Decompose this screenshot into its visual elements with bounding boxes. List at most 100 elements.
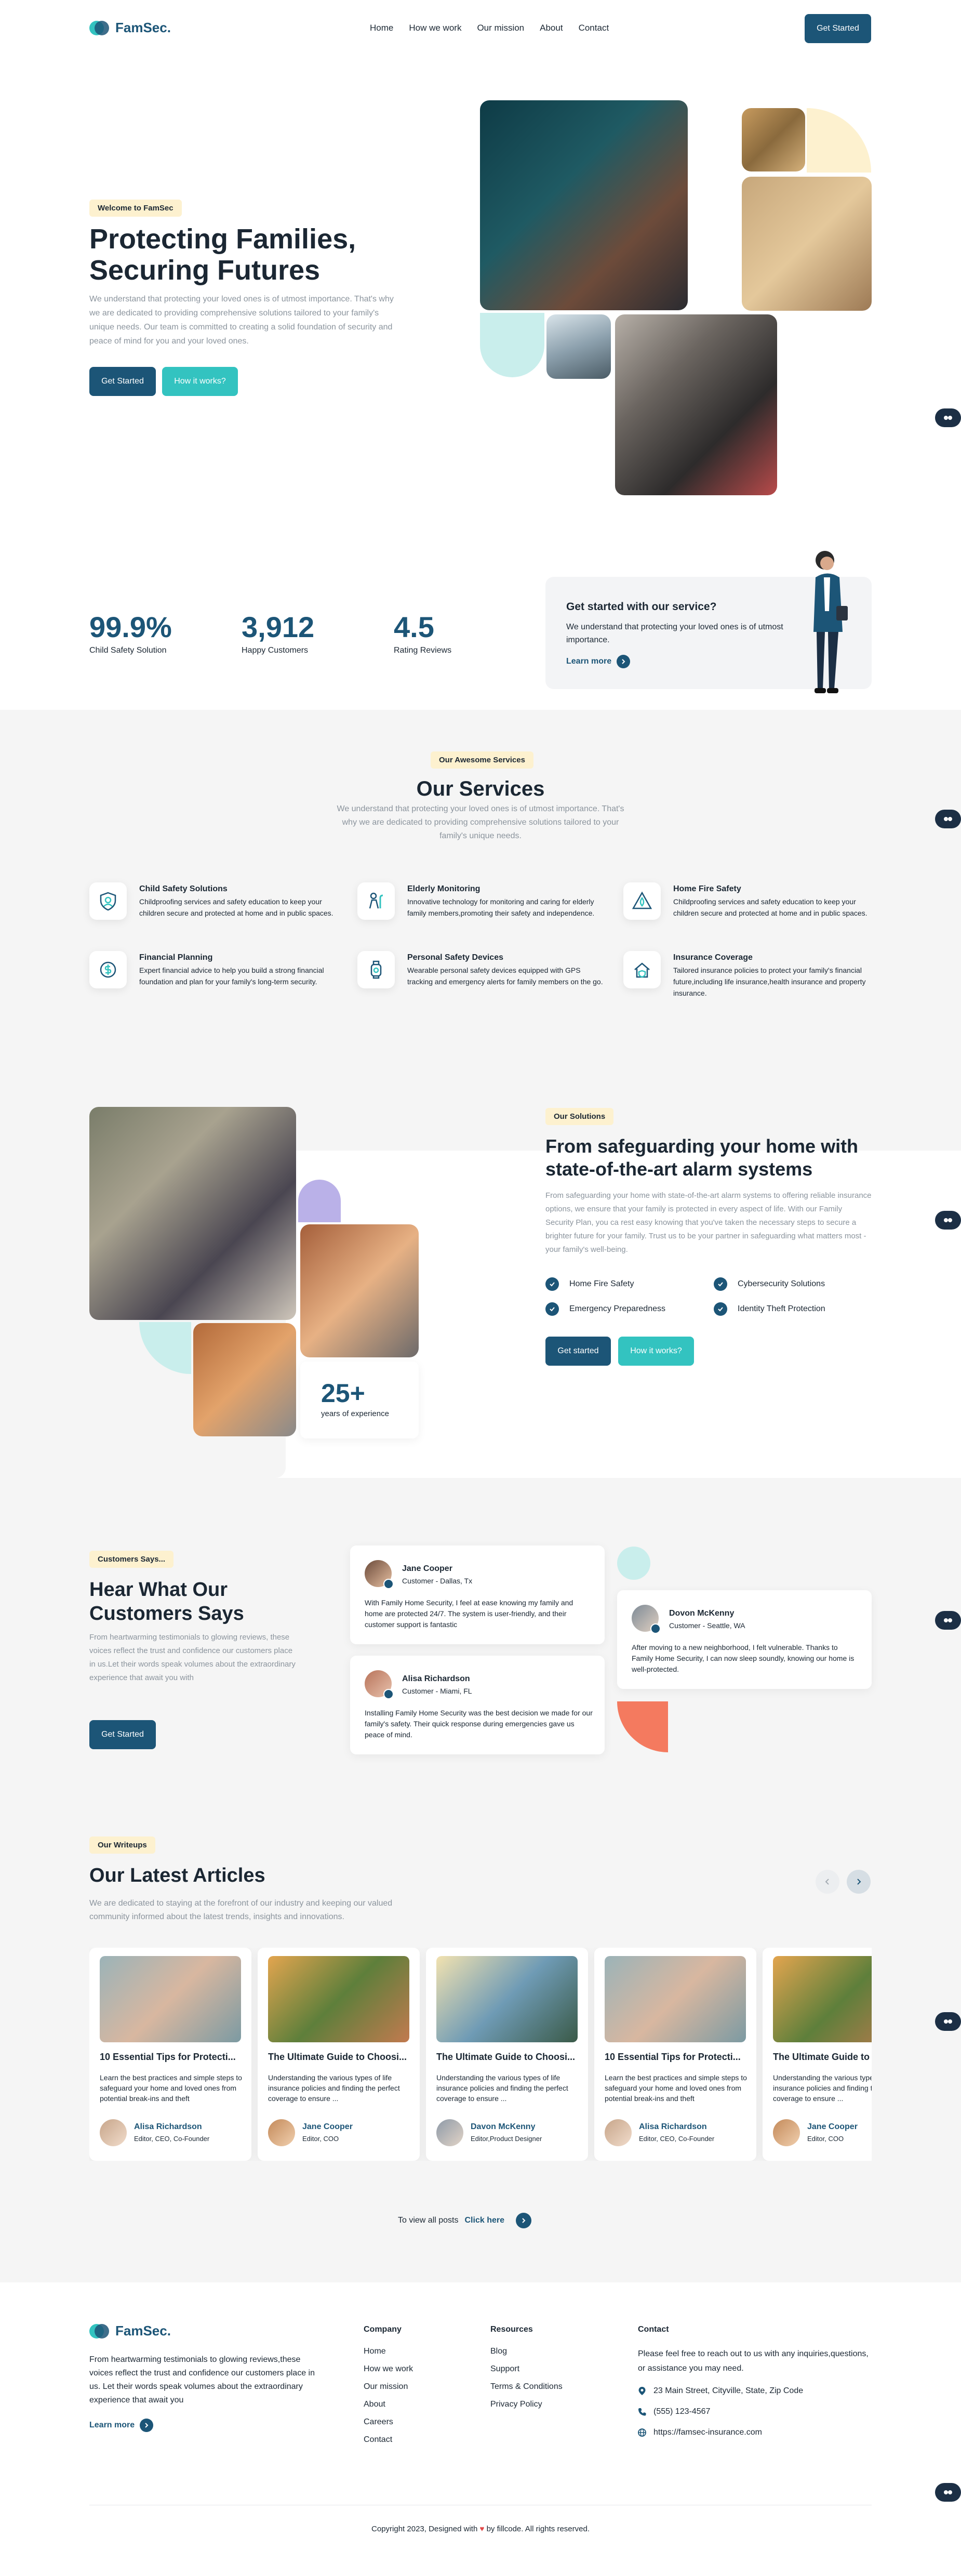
article-text: Understanding the various types of life … xyxy=(436,2073,568,2103)
stat-item: 4.5 Rating Reviews xyxy=(394,610,451,655)
hero-photo-street xyxy=(615,314,777,495)
view-all-posts: To view all posts Click here xyxy=(398,2213,531,2228)
services-section xyxy=(0,710,961,1151)
arrow-right-icon xyxy=(617,655,631,668)
chat-icon xyxy=(944,1218,952,1222)
article-author: Alisa Richardson xyxy=(134,2122,202,2131)
carousel-next-button[interactable] xyxy=(847,1870,871,1894)
chat-icon xyxy=(944,416,952,420)
footer-heading: Contact xyxy=(638,2325,669,2334)
carousel-prev-button[interactable] xyxy=(816,1870,839,1894)
footer-link-careers[interactable]: Careers xyxy=(364,2418,413,2427)
chat-icon xyxy=(944,817,952,821)
stat-label: Happy Customers xyxy=(242,646,309,655)
businesswoman-illustration xyxy=(804,549,851,699)
article-card[interactable]: 10 Essential Tips for Protecti... Learn … xyxy=(89,1948,251,2161)
arrow-right-icon xyxy=(140,2419,154,2432)
nav-link-about[interactable]: About xyxy=(540,23,563,33)
feature-item: Emergency Preparedness xyxy=(545,1302,665,1316)
article-card[interactable]: The Ultimate Guide to Choosi... Understa… xyxy=(258,1948,420,2161)
hero-get-started-button[interactable]: Get Started xyxy=(89,367,156,396)
service-title: Child Safety Solutions xyxy=(139,884,228,893)
services-title: Our Services xyxy=(416,777,545,800)
chat-widget-button[interactable] xyxy=(935,810,961,828)
testimonial-card: Jane Cooper Customer - Dallas, Tx With F… xyxy=(350,1545,605,1644)
service-title: Elderly Monitoring xyxy=(407,884,480,893)
footer-link-support[interactable]: Support xyxy=(490,2364,563,2374)
article-card[interactable]: The Ultimate Guide to Choosi... Understa… xyxy=(426,1948,588,2161)
footer-link-blog[interactable]: Blog xyxy=(490,2347,563,2356)
article-card[interactable]: The Ultimate Guide to Understanding the … xyxy=(763,1948,872,2161)
hero-photo-family xyxy=(742,108,805,171)
article-image xyxy=(100,1956,241,2042)
chat-widget-button[interactable] xyxy=(935,1211,961,1230)
service-item: Child Safety Solutions Childproofing ser… xyxy=(89,882,344,920)
solutions-pill: Our Solutions xyxy=(545,1108,614,1125)
fire-warning-icon xyxy=(623,882,661,920)
footer-address: 23 Main Street, Cityville, State, Zip Co… xyxy=(638,2386,872,2396)
logo-text: FamSec. xyxy=(115,2323,171,2339)
hero-pill: Welcome to FamSec xyxy=(89,200,182,217)
nav-get-started-button[interactable]: Get Started xyxy=(805,14,871,43)
get-started-card: Get started with our service? We underst… xyxy=(545,551,872,693)
footer-website[interactable]: https://famsec-insurance.com xyxy=(638,2428,872,2437)
testimonial-decor-teal xyxy=(617,1547,650,1580)
chat-widget-button[interactable] xyxy=(935,408,961,427)
hero-decor-yellow xyxy=(807,108,871,173)
nav-link-home[interactable]: Home xyxy=(370,23,393,33)
footer-contact: Contact Please feel free to reach out to… xyxy=(638,2325,872,2437)
testimonial-text: Installing Family Home Security was the … xyxy=(365,1709,593,1739)
testimonials-text: From heartwarming testimonials to glowin… xyxy=(89,1633,296,1682)
stat-item: 3,912 Happy Customers xyxy=(242,610,314,655)
nav-link-how-we-work[interactable]: How we work xyxy=(409,23,461,33)
stat-value: 99.9% xyxy=(89,611,172,643)
nav-link-our-mission[interactable]: Our mission xyxy=(477,23,524,33)
logo[interactable]: FamSec. xyxy=(89,20,171,36)
solutions-get-started-button[interactable]: Get started xyxy=(545,1337,611,1366)
arrow-right-icon[interactable] xyxy=(515,2213,531,2228)
solutions-photo-father-baby xyxy=(89,1107,296,1320)
footer-contact-text: Please feel free to reach out to us with… xyxy=(638,2349,869,2373)
article-text: Learn the best practices and simple step… xyxy=(605,2073,747,2103)
chat-widget-button[interactable] xyxy=(935,2483,961,2502)
article-text: Understanding the various types of life … xyxy=(268,2073,400,2103)
testimonial-name: Dovon McKenny xyxy=(669,1609,735,1618)
learn-more-link[interactable]: Learn more xyxy=(566,655,631,668)
logo-icon xyxy=(89,2323,110,2339)
quote-badge-icon xyxy=(383,1579,394,1589)
service-title: Financial Planning xyxy=(139,953,213,962)
solutions-how-it-works-button[interactable]: How it works? xyxy=(618,1337,694,1366)
footer-link-about[interactable]: About xyxy=(364,2400,413,2409)
footer-phone[interactable]: (555) 123-4567 xyxy=(638,2407,872,2416)
hero-how-it-works-button[interactable]: How it works? xyxy=(162,367,238,396)
footer-logo[interactable]: FamSec. xyxy=(89,2323,171,2339)
footer-resources: Resources Blog Support Terms & Condition… xyxy=(490,2325,563,2418)
articles-carousel: 10 Essential Tips for Protecti... Learn … xyxy=(89,1948,872,2161)
stat-value: 3,912 xyxy=(242,611,315,643)
footer-link-contact[interactable]: Contact xyxy=(364,2435,413,2445)
quote-badge-icon xyxy=(650,1623,661,1634)
footer-link-how-we-work[interactable]: How we work xyxy=(364,2364,413,2374)
testimonials-get-started-button[interactable]: Get Started xyxy=(89,1720,156,1749)
footer-link-privacy[interactable]: Privacy Policy xyxy=(490,2400,563,2409)
footer-link-terms[interactable]: Terms & Conditions xyxy=(490,2382,563,2392)
avatar xyxy=(268,2119,295,2146)
testimonial-role: Customer - Seattle, WA xyxy=(669,1621,745,1630)
shield-child-icon xyxy=(89,882,127,920)
service-title: Home Fire Safety xyxy=(673,884,741,893)
service-item: Home Fire Safety Childproofing services … xyxy=(623,882,878,920)
footer-link-our-mission[interactable]: Our mission xyxy=(364,2382,413,2392)
footer-learn-more-link[interactable]: Learn more xyxy=(89,2419,154,2432)
footer-link-home[interactable]: Home xyxy=(364,2347,413,2356)
avatar xyxy=(100,2119,127,2146)
article-card[interactable]: 10 Essential Tips for Protecti... Learn … xyxy=(594,1948,756,2161)
view-all-posts-link[interactable]: Click here xyxy=(465,2216,504,2225)
device-icon xyxy=(357,951,395,988)
stat-label: Rating Reviews xyxy=(394,646,452,655)
testimonial-name: Jane Cooper xyxy=(402,1564,452,1573)
article-author-role: Editor, CEO, Co-Founder xyxy=(639,2135,715,2143)
chat-widget-button[interactable] xyxy=(935,2012,961,2031)
nav-link-contact[interactable]: Contact xyxy=(579,23,609,33)
chat-widget-button[interactable] xyxy=(935,1611,961,1630)
footer-heading: Company xyxy=(364,2325,402,2334)
